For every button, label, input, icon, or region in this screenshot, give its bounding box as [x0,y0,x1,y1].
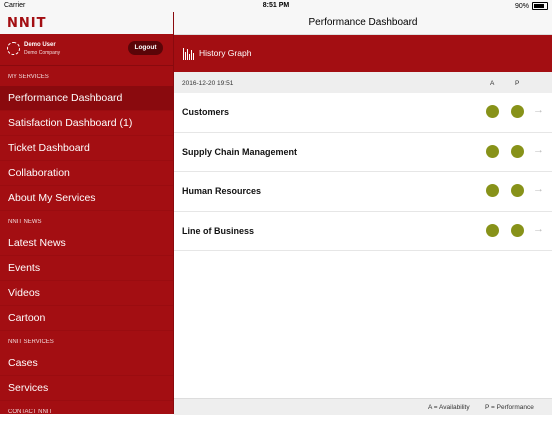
user-settings-icon[interactable] [7,42,20,55]
bar-chart-icon [183,48,194,60]
arrow-right-icon: → [533,104,544,116]
logout-button[interactable]: Logout [128,41,163,55]
performance-status-icon [511,144,524,158]
section-header: CONTACT NNIT [8,409,53,415]
history-graph-bar[interactable]: History Graph [174,35,552,72]
sidebar-item-services[interactable]: Services [0,376,173,401]
availability-status-icon [486,184,499,197]
user-name: Demo User [24,42,56,48]
legend-footer: A = Availability P = Performance [174,398,552,415]
user-company: Demo Company [24,50,61,56]
battery-percent: 90% [514,2,529,10]
sidebar-item-cases[interactable]: Cases [0,351,173,376]
arrow-right-icon: → [533,222,544,235]
sidebar-item-about-my-services[interactable]: About My Services [0,186,173,211]
sidebar-item-videos[interactable]: Videos [0,281,173,306]
battery-icon [532,2,548,10]
sidebar-item-collaboration[interactable]: Collaboration [0,161,173,186]
sidebar: NNIT Demo User Demo Company Logout MY SE… [0,12,174,415]
status-bar: Carrier 8:51 PM 90% [0,0,552,12]
nnit-logo: NNIT [7,16,47,31]
battery-indicator: 90% [515,2,548,10]
sidebar-item-satisfaction-dashboard-1[interactable]: Satisfaction Dashboard (1) [0,111,173,136]
sidebar-item-ticket-dashboard[interactable]: Ticket Dashboard [0,136,173,161]
availability-status-icon [486,144,499,158]
list-item[interactable]: Line of Business → [174,212,552,251]
sidebar-item-events[interactable]: Events [0,256,173,281]
list-item[interactable]: Human Resources → [174,172,552,212]
sidebar-item-cartoon[interactable]: Cartoon [0,306,173,331]
timestamp: 2016-12-20 19:51 [182,80,234,87]
legend-performance: P = Performance [485,404,534,411]
list-item-label: Human Resources [182,186,262,196]
list-item[interactable]: Customers → [174,93,552,133]
history-graph-label: History Graph [199,48,252,58]
section-header: NNIT NEWS [8,219,42,225]
availability-status-icon [486,105,499,118]
column-a-header: A [490,80,495,87]
performance-status-icon [511,184,524,197]
arrow-right-icon: → [533,143,544,156]
status-time: 8:51 PM [262,2,290,9]
sidebar-item-performance-dashboard[interactable]: Performance Dashboard [0,86,173,111]
column-p-header: P [515,80,520,87]
availability-status-icon [486,223,499,237]
sidebar-nav: MY SERVICES Performance Dashboard Satisfac… [0,66,173,421]
list-item-label: Customers [182,107,230,117]
legend-availability: A = Availability [428,404,470,411]
arrow-right-icon: → [533,183,544,195]
top-bar: Performance Dashboard [174,12,552,35]
user-block: Demo User Demo Company Logout [0,34,173,66]
performance-list: 2016-12-20 19:51 A P Customers → Supply Ch… [174,72,552,414]
sidebar-logo-bar: NNIT [0,12,173,34]
performance-status-icon [511,105,524,118]
performance-status-icon [511,223,524,237]
section-header: MY SERVICES [8,74,49,80]
list-item-label: Supply Chain Management [182,146,298,157]
page-title: Performance Dashboard [308,17,418,28]
list-item[interactable]: Supply Chain Management → [174,133,552,172]
list-item-label: Line of Business [182,225,255,236]
list-header: 2016-12-20 19:51 A P [174,72,552,93]
section-header: NNIT SERVICES [8,339,54,345]
sidebar-item-latest-news[interactable]: Latest News [0,231,173,256]
